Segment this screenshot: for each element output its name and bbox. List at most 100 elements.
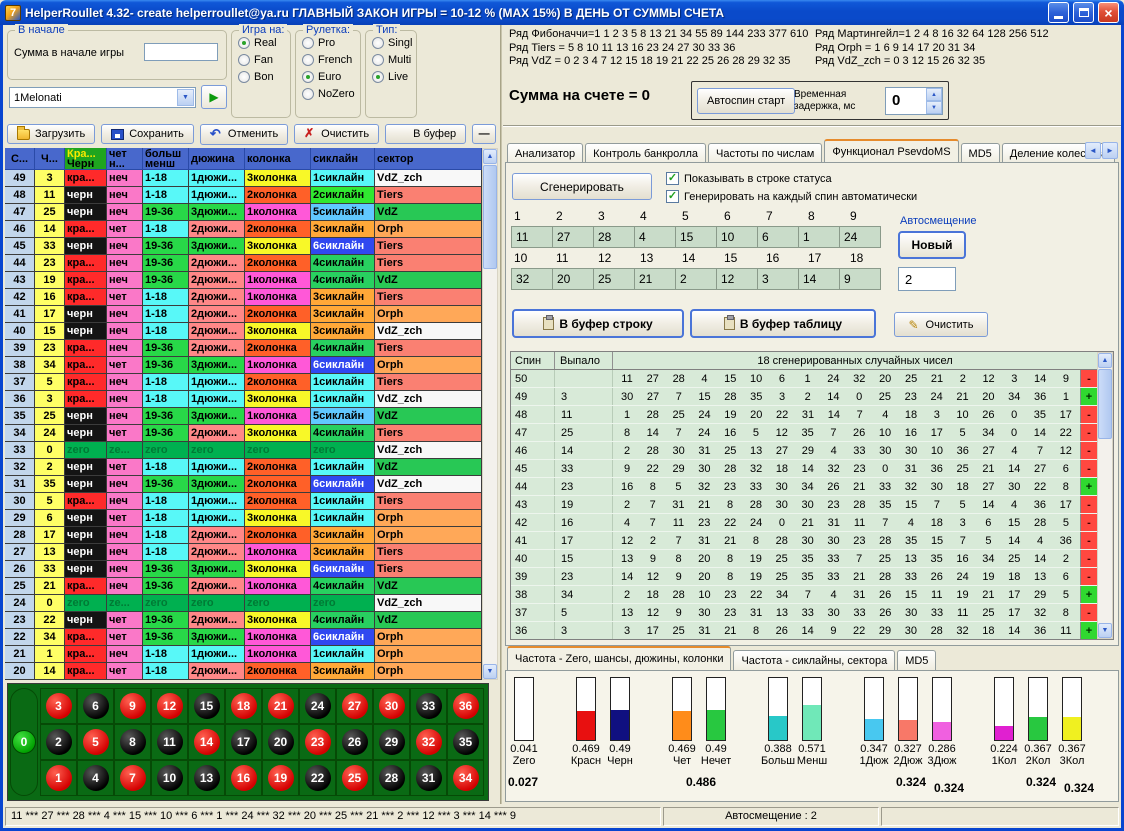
load-button[interactable]: Загрузить <box>7 124 95 144</box>
autospin-start-button[interactable]: Автоспин старт <box>697 88 795 114</box>
delay-spinner[interactable]: 0 ▲ ▼ <box>885 87 943 115</box>
spin-table-scrollbar[interactable]: ▲ ▼ <box>1097 352 1113 639</box>
board-cell[interactable]: 27 <box>336 688 373 724</box>
checkbox-generate-each-spin[interactable]: ✓ Генерировать на каждый спин автоматиче… <box>666 190 917 203</box>
history-row[interactable]: 2633черннеч19-363дюжи...3колонка6сиклайн… <box>5 561 482 578</box>
radio-type-multi[interactable]: Multi <box>372 54 414 66</box>
radio-game-real[interactable]: Real <box>238 37 288 49</box>
spin-row[interactable]: 383421828102322347431261511192117295+ <box>511 586 1097 604</box>
history-row[interactable]: 4533черннеч19-363дюжи...3колонка6сиклайн… <box>5 238 482 255</box>
tab-4[interactable]: Функционал PsevdoMS <box>824 139 958 163</box>
scroll-up-button[interactable]: ▲ <box>1098 353 1112 368</box>
history-row[interactable]: 2322чернчет19-362дюжи...3колонка4сиклайн… <box>5 612 482 629</box>
history-row[interactable]: 4216кра...чет1-182дюжи...1колонка3сиклай… <box>5 289 482 306</box>
board-cell[interactable]: 25 <box>336 760 373 796</box>
board-cell[interactable]: 17 <box>225 724 262 760</box>
minimize-button[interactable] <box>1048 2 1069 23</box>
board-cell[interactable]: 3 <box>40 688 77 724</box>
spin-row[interactable]: 40151398208192535337251335163425142- <box>511 550 1097 568</box>
maximize-button[interactable] <box>1073 2 1094 23</box>
undo-button[interactable]: Отменить <box>200 124 288 145</box>
title-bar[interactable]: 7 HelperRoullet 4.32- create helperroull… <box>0 0 1124 25</box>
spin-row[interactable]: 50112728415106124322025212123149- <box>511 370 1097 388</box>
new-button[interactable]: Новый <box>898 231 966 259</box>
tab-2[interactable]: Контроль банкролла <box>585 143 706 163</box>
board-cell[interactable]: 18 <box>225 688 262 724</box>
spin-row[interactable]: 4117122731218283030232835157514436- <box>511 532 1097 550</box>
scroll-thumb[interactable] <box>483 165 497 269</box>
scroll-down-button[interactable]: ▼ <box>483 664 497 679</box>
board-cell[interactable]: 4 <box>77 760 114 796</box>
chevron-down-icon[interactable]: ▼ <box>177 89 194 106</box>
board-cell[interactable]: 23 <box>299 724 336 760</box>
scroll-thumb[interactable] <box>1098 369 1112 439</box>
radio-roulette-euro[interactable]: Euro <box>302 71 358 83</box>
history-row[interactable]: 363кра...неч1-181дюжи...3колонка1сиклайн… <box>5 391 482 408</box>
board-cell[interactable]: 12 <box>151 688 188 724</box>
spin-row[interactable]: 48111282524192022311474183102603517- <box>511 406 1097 424</box>
board-cell[interactable]: 26 <box>336 724 373 760</box>
tab-scroll-left-button[interactable]: ◄ <box>1085 142 1101 159</box>
history-row[interactable]: 3834кра...чет19-363дюжи...1колонка6сикла… <box>5 357 482 374</box>
history-row[interactable]: 3923кра...неч19-362дюжи...2колонка4сикла… <box>5 340 482 357</box>
history-row[interactable]: 240zeroze...zerozerozerozeroVdZ_zch <box>5 595 482 612</box>
history-row[interactable]: 4725черннеч19-363дюжи...1колонка5сиклайн… <box>5 204 482 221</box>
board-cell[interactable]: 36 <box>447 688 484 724</box>
freq-tab-2[interactable]: Частота - сиклайны, сектора <box>733 650 895 670</box>
board-cell[interactable]: 34 <box>447 760 484 796</box>
board-cell[interactable]: 9 <box>114 688 151 724</box>
spin-row[interactable]: 3751312930233113333033263033112517328- <box>511 604 1097 622</box>
spinner-down-button[interactable]: ▼ <box>926 101 942 114</box>
history-row[interactable]: 4117черннеч1-182дюжи...2колонка3сиклайнO… <box>5 306 482 323</box>
history-row[interactable]: 2817черннеч1-182дюжи...2колонка3сиклайнO… <box>5 527 482 544</box>
start-sum-input[interactable] <box>144 43 218 61</box>
board-cell[interactable]: 11 <box>151 724 188 760</box>
history-row[interactable]: 211кра...неч1-181дюжи...1колонка1сиклайн… <box>5 646 482 663</box>
board-cell[interactable]: 35 <box>447 724 484 760</box>
history-row[interactable]: 4319кра...неч19-362дюжи...1колонка4сикла… <box>5 272 482 289</box>
generate-button[interactable]: Сгенерировать <box>512 173 652 200</box>
history-row[interactable]: 305кра...неч1-181дюжи...2колонка1сиклайн… <box>5 493 482 510</box>
save-button[interactable]: Сохранить <box>101 124 194 144</box>
collapse-button[interactable]: — <box>472 124 496 144</box>
preset-select[interactable]: 1Melonati ▼ <box>9 87 196 108</box>
history-row[interactable]: 4811черннеч1-181дюжи...2колонка2сиклайнT… <box>5 187 482 204</box>
history-row[interactable]: 296чернчет1-181дюжи...3колонка1сиклайнOr… <box>5 510 482 527</box>
tab-scroll-right-button[interactable]: ► <box>1102 142 1118 159</box>
spin-row[interactable]: 4933027715283532140252324212034361+ <box>511 388 1097 406</box>
spin-row[interactable]: 42164711232224021311174183615285- <box>511 514 1097 532</box>
history-scrollbar[interactable]: ▲ ▼ <box>482 148 498 680</box>
history-row[interactable]: 4423кра...неч19-362дюжи...2колонка4сикла… <box>5 255 482 272</box>
radio-roulette-french[interactable]: French <box>302 54 358 66</box>
history-row[interactable]: 375кра...неч1-181дюжи...2колонка1сиклайн… <box>5 374 482 391</box>
radio-game-bon[interactable]: Bon <box>238 71 288 83</box>
board-zero-cell[interactable]: 0 <box>10 688 38 796</box>
board-cell[interactable]: 13 <box>188 760 225 796</box>
play-button[interactable]: ▶ <box>201 85 227 109</box>
history-row[interactable]: 2521кра...неч19-362дюжи...1колонка4сикла… <box>5 578 482 595</box>
tab-5[interactable]: MD5 <box>961 143 1000 163</box>
history-row[interactable]: 3525черннеч19-363дюжи...1колонка5сиклайн… <box>5 408 482 425</box>
history-row[interactable]: 330zeroze...zerozerozerozeroVdZ_zch <box>5 442 482 459</box>
board-cell[interactable]: 8 <box>114 724 151 760</box>
tab-1[interactable]: Анализатор <box>507 143 583 163</box>
checkbox-show-in-status[interactable]: ✓ Показывать в строке статуса <box>666 172 832 185</box>
board-cell[interactable]: 28 <box>373 760 410 796</box>
history-row[interactable]: 4614кра...чет1-182дюжи...2колонка3сиклай… <box>5 221 482 238</box>
board-cell[interactable]: 15 <box>188 688 225 724</box>
history-row[interactable]: 2234кра...чет19-363дюжи...1колонка6сикла… <box>5 629 482 646</box>
history-row[interactable]: 4015черннеч1-182дюжи...3колонка3сиклайнV… <box>5 323 482 340</box>
history-row[interactable]: 2713черннеч1-182дюжи...1колонка3сиклайнT… <box>5 544 482 561</box>
spin-row[interactable]: 461422830312513272943330301036274712- <box>511 442 1097 460</box>
board-cell[interactable]: 19 <box>262 760 299 796</box>
history-row[interactable]: 493кра...неч1-181дюжи...3колонка1сиклайн… <box>5 170 482 187</box>
radio-game-fan[interactable]: Fan <box>238 54 288 66</box>
scroll-up-button[interactable]: ▲ <box>483 149 497 164</box>
board-cell[interactable]: 30 <box>373 688 410 724</box>
radio-type-singl[interactable]: Singl <box>372 37 414 49</box>
spin-row[interactable]: 3923141292081925353321283326241918136- <box>511 568 1097 586</box>
board-cell[interactable]: 1 <box>40 760 77 796</box>
board-cell[interactable]: 10 <box>151 760 188 796</box>
board-cell[interactable]: 21 <box>262 688 299 724</box>
board-cell[interactable]: 29 <box>373 724 410 760</box>
